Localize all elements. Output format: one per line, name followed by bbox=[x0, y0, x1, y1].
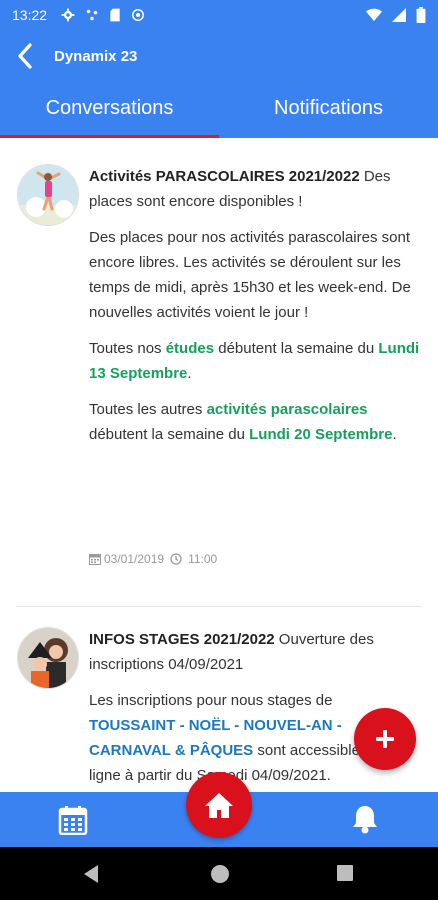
post-body: Activités PARASCOLAIRES 2021/2022 Des pl… bbox=[89, 164, 422, 447]
post-headline: Activités PARASCOLAIRES 2021/2022 Des pl… bbox=[89, 164, 422, 214]
list-item[interactable]: Activités PARASCOLAIRES 2021/2022 Des pl… bbox=[0, 138, 438, 606]
avatar bbox=[17, 164, 79, 226]
back-button[interactable] bbox=[0, 30, 50, 82]
system-back-icon[interactable] bbox=[82, 864, 100, 884]
battery-icon bbox=[416, 7, 426, 23]
conversation-list[interactable]: Activités PARASCOLAIRES 2021/2022 Des pl… bbox=[0, 138, 438, 792]
system-recents-icon[interactable] bbox=[336, 864, 354, 882]
system-home-icon[interactable] bbox=[210, 864, 230, 884]
text-run: . bbox=[187, 365, 192, 382]
post-paragraph: Toutes nos études débutent la semaine du… bbox=[89, 336, 422, 386]
wifi-icon bbox=[366, 8, 382, 21]
tab-conversations[interactable]: Conversations bbox=[0, 82, 219, 138]
avatar bbox=[17, 627, 79, 689]
notifications-button[interactable] bbox=[351, 804, 379, 839]
home-icon bbox=[205, 793, 233, 818]
text-run: Toutes les autres bbox=[89, 401, 207, 418]
clock-icon bbox=[170, 553, 182, 565]
back-arrow-icon bbox=[18, 43, 32, 69]
tab-notifications[interactable]: Notifications bbox=[219, 82, 438, 138]
add-button[interactable] bbox=[354, 708, 416, 770]
system-nav-bar bbox=[0, 847, 438, 900]
highlight-text: études bbox=[165, 340, 215, 357]
text-run: débutent la semaine du bbox=[89, 426, 250, 443]
post-date: 03/01/2019 bbox=[104, 552, 165, 566]
post-headline: INFOS STAGES 2021/2022 Ouverture des ins… bbox=[89, 627, 422, 677]
tab-bar: Conversations Notifications bbox=[0, 82, 438, 138]
text-run: Les inscriptions pour nous stages de bbox=[89, 692, 333, 709]
plus-icon bbox=[376, 730, 394, 748]
text-run: Toutes nos bbox=[89, 340, 166, 357]
calendar-small-icon bbox=[89, 554, 101, 565]
post-time: 11:00 bbox=[188, 552, 218, 566]
sd-card-status-icon bbox=[110, 8, 120, 22]
vpn-status-icon bbox=[86, 9, 98, 21]
app-bar: Dynamix 23 bbox=[0, 30, 438, 82]
post-paragraph: Toutes les autres activités parascolaire… bbox=[89, 397, 422, 447]
highlight-date: Lundi 20 Septembre bbox=[249, 426, 393, 443]
sync-status-icon bbox=[132, 9, 145, 21]
home-button[interactable] bbox=[186, 772, 252, 838]
signal-icon bbox=[392, 8, 406, 22]
calendar-icon bbox=[58, 806, 88, 836]
settings-status-icon bbox=[61, 8, 75, 22]
page-title: Dynamix 23 bbox=[54, 47, 138, 65]
calendar-button[interactable] bbox=[58, 805, 88, 840]
status-icons-right bbox=[366, 7, 426, 23]
status-bar: 13:22 bbox=[0, 0, 438, 30]
highlight-text: activités parascolaires bbox=[206, 401, 368, 418]
post-meta: 03/01/2019 11:00 bbox=[89, 552, 217, 566]
post-title: INFOS STAGES 2021/2022 bbox=[89, 631, 275, 648]
status-time: 13:22 bbox=[12, 7, 48, 23]
text-run: . bbox=[392, 426, 397, 443]
bell-icon bbox=[353, 806, 377, 834]
text-run: débutent la semaine du bbox=[214, 340, 379, 357]
status-icons-left bbox=[61, 8, 145, 22]
post-title: Activités PARASCOLAIRES 2021/2022 bbox=[89, 168, 360, 185]
post-paragraph: Des places pour nos activités parascolai… bbox=[89, 229, 411, 321]
